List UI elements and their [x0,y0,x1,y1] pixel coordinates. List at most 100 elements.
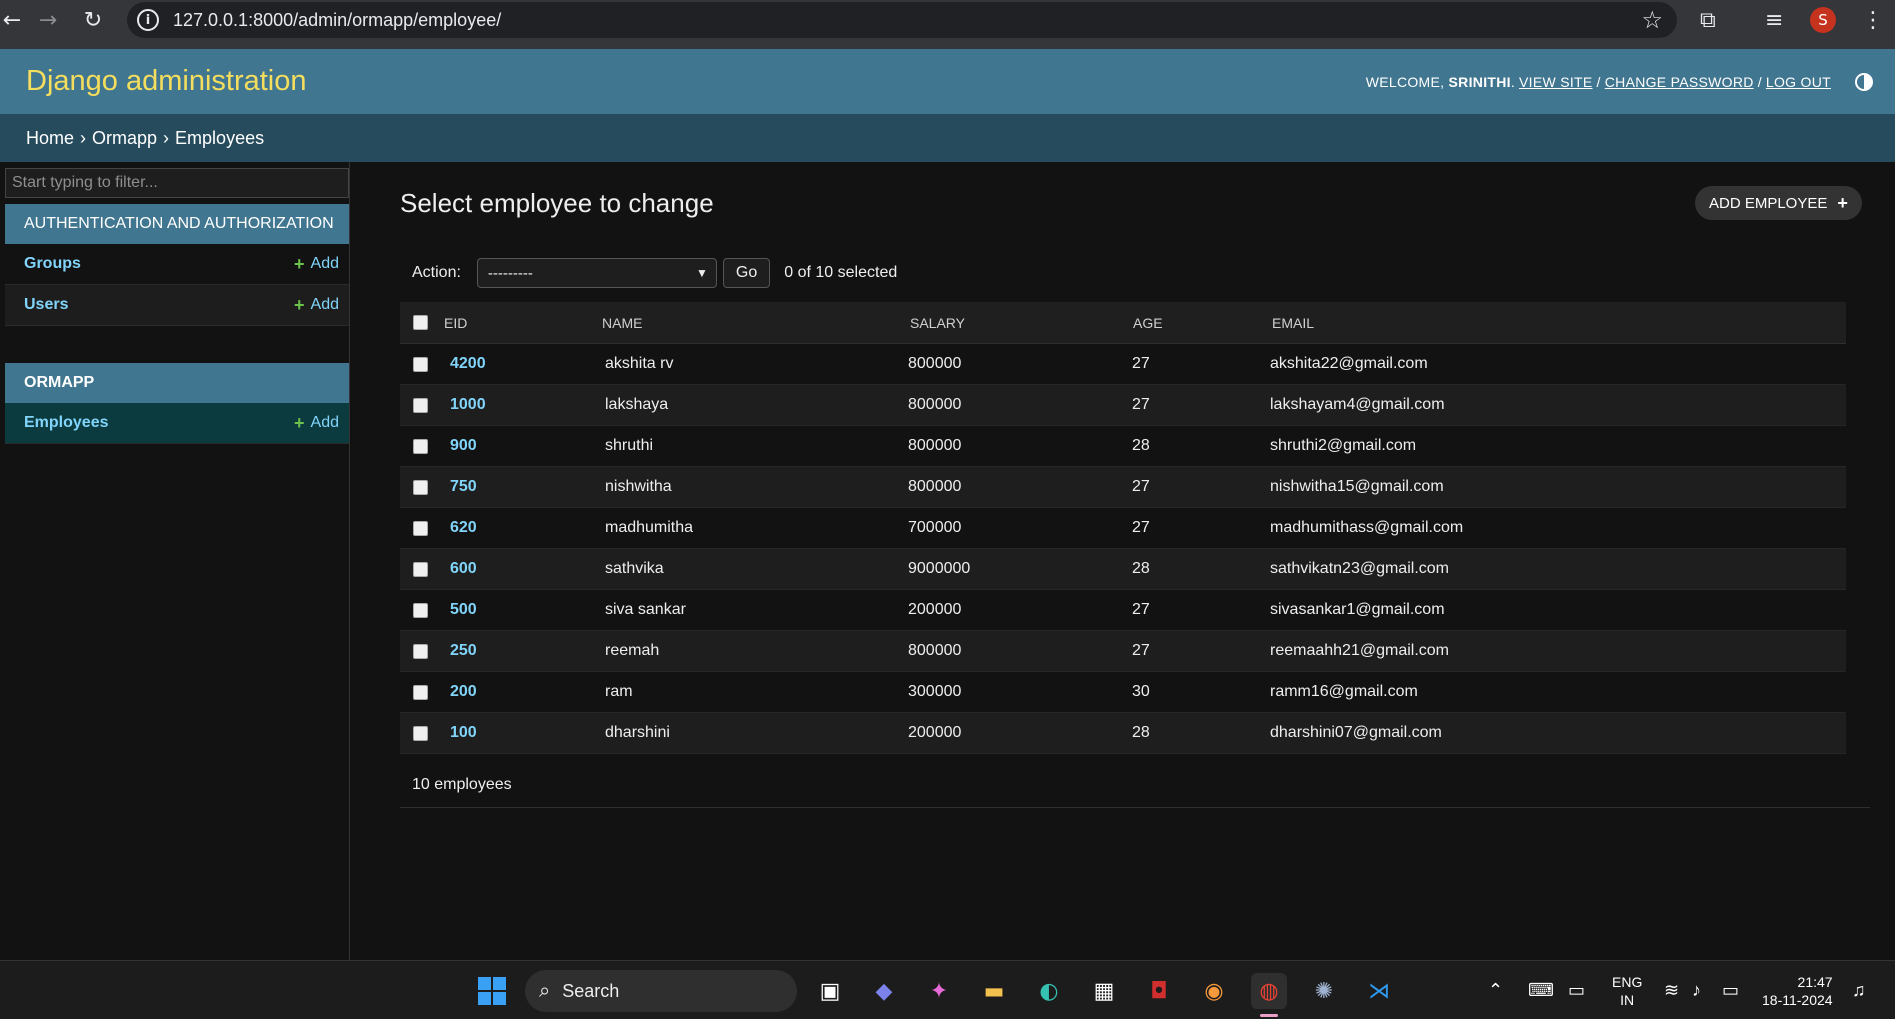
eid-link[interactable]: 900 [450,437,477,455]
browser-menu-icon[interactable]: ⋮ [1862,0,1884,40]
theme-toggle-icon[interactable] [1855,72,1873,91]
row-checkbox[interactable] [413,356,428,372]
tablet-mode-icon[interactable]: ▭ [1568,961,1585,1019]
task-view-icon[interactable]: ▣ [812,973,848,1009]
sidebar-item-groups[interactable]: Groups + Add [5,244,349,285]
edge-icon[interactable]: ◐ [1031,973,1067,1009]
eid-link[interactable]: 200 [450,683,477,701]
employees-link[interactable]: Employees [24,414,108,432]
row-checkbox[interactable] [413,561,428,577]
selection-counter: 0 of 10 selected [784,264,898,281]
chrome-icon[interactable]: ◍ [1251,973,1287,1009]
column-name[interactable]: NAME [602,315,642,331]
eid-link[interactable]: 250 [450,642,477,660]
module-caption-auth[interactable]: AUTHENTICATION AND AUTHORIZATION [5,204,349,244]
eid-link[interactable]: 100 [450,724,477,742]
taskbar-search[interactable]: ⌕ Search [525,970,797,1012]
eid-link[interactable]: 500 [450,601,477,619]
table-row: 1000 lakshaya 800000 27 lakshayam4@gmail.com [400,385,1846,426]
sidebar-filter-input[interactable]: Start typing to filter... [5,168,349,198]
column-email[interactable]: EMAIL [1272,315,1314,331]
row-checkbox[interactable] [413,479,428,495]
row-checkbox[interactable] [413,438,428,454]
column-age[interactable]: AGE [1133,315,1163,331]
add-employee-label[interactable]: ADD EMPLOYEE [1709,195,1827,212]
lang-line1[interactable]: ENG [1612,973,1642,991]
clock-time[interactable]: 21:47 [1762,973,1833,991]
address-bar[interactable]: i 127.0.0.1:8000/admin/ormapp/employee/ … [127,2,1677,38]
eid-link[interactable]: 4200 [450,355,486,373]
action-select[interactable]: --------- ▼ [476,258,717,288]
store-icon[interactable]: ▦ [1086,973,1122,1009]
column-eid[interactable]: EID [444,315,467,331]
app-icon[interactable]: ◉ [1196,973,1232,1009]
eid-link[interactable]: 600 [450,560,477,578]
breadcrumb-home[interactable]: Home [26,128,74,149]
media-controls-icon[interactable]: ≡ [1765,0,1783,40]
language-indicator[interactable]: ENG IN [1612,961,1642,1019]
table-body: 4200 akshita rv 800000 27 akshita22@gmail.co… [400,344,1846,754]
row-checkbox[interactable] [413,397,428,413]
groups-link[interactable]: Groups [24,255,81,273]
bookmark-star-icon[interactable]: ☆ [1641,6,1663,34]
go-button[interactable]: Go [722,258,771,288]
wifi-icon[interactable]: ≋ [1664,961,1679,1019]
eid-link[interactable]: 750 [450,478,477,496]
change-password-link[interactable]: CHANGE PASSWORD [1605,74,1754,90]
sidebar-item-users[interactable]: Users + Add [5,285,349,326]
add-employee-button[interactable]: ADD EMPLOYEE + [1695,186,1862,220]
browser-toolbar: ← → ↻ i 127.0.0.1:8000/admin/ormapp/empl… [0,0,1895,49]
view-site-link[interactable]: VIEW SITE [1519,74,1593,90]
groups-add-link[interactable]: + Add [294,254,339,275]
employees-add-link[interactable]: + Add [294,413,339,434]
url-text[interactable]: 127.0.0.1:8000/admin/ormapp/employee/ [173,10,501,31]
profile-initial[interactable]: S [1810,7,1836,33]
select-all-checkbox[interactable] [413,315,428,330]
windows-start-icon[interactable] [474,973,510,1009]
paginator-divider [400,807,1870,808]
copilot-icon[interactable]: ✦ [921,973,957,1009]
file-explorer-icon[interactable]: ▬ [976,973,1012,1009]
vscode-icon[interactable]: ⋊ [1361,973,1397,1009]
search-label[interactable]: Search [562,981,619,1002]
extensions-icon[interactable]: ⧉ [1700,0,1716,40]
row-checkbox[interactable] [413,643,428,659]
log-out-link[interactable]: LOG OUT [1766,74,1831,90]
eid-link[interactable]: 620 [450,519,477,537]
keyboard-icon[interactable]: ⌨ [1528,961,1554,1019]
forward-icon[interactable]: → [28,0,68,40]
users-link[interactable]: Users [24,296,68,314]
breadcrumb-app[interactable]: Ormapp [92,128,157,149]
action-selected-value[interactable]: --------- [488,265,533,282]
python-icon[interactable]: ✺ [1306,973,1342,1009]
sidebar-item-employees[interactable]: Employees + Add [5,403,349,444]
clock-date[interactable]: 18-11-2024 [1762,991,1833,1009]
add-label[interactable]: Add [311,296,339,314]
site-brand[interactable]: Django administration [26,65,306,98]
mcafee-icon[interactable]: ◘ [1141,973,1177,1009]
show-hidden-icons-icon[interactable]: ⌃ [1488,961,1503,1019]
column-salary[interactable]: SALARY [910,315,965,331]
row-checkbox[interactable] [413,602,428,618]
clock[interactable]: 21:47 18-11-2024 [1762,961,1833,1019]
reload-icon[interactable]: ↻ [73,0,113,40]
row-checkbox[interactable] [413,520,428,536]
breadcrumb-separator: › [163,127,170,148]
age-cell: 27 [1132,396,1150,413]
volume-icon[interactable]: ♪ [1692,961,1701,1019]
users-add-link[interactable]: + Add [294,295,339,316]
chevron-down-icon[interactable]: ▼ [696,266,708,280]
battery-icon[interactable]: ▭ [1722,961,1739,1019]
row-checkbox[interactable] [413,725,428,741]
site-info-icon[interactable]: i [137,9,159,31]
add-label[interactable]: Add [311,255,339,273]
profile-avatar[interactable]: S [1810,0,1836,40]
notification-bell-icon[interactable]: ♫ [1852,961,1866,1019]
module-caption-ormapp[interactable]: ORMAPP [5,363,349,403]
eid-link[interactable]: 1000 [450,396,486,414]
salary-cell: 300000 [908,683,962,700]
add-label[interactable]: Add [311,414,339,432]
lang-line2[interactable]: IN [1612,991,1642,1009]
teams-icon[interactable]: ◆ [866,973,902,1009]
row-checkbox[interactable] [413,684,428,700]
